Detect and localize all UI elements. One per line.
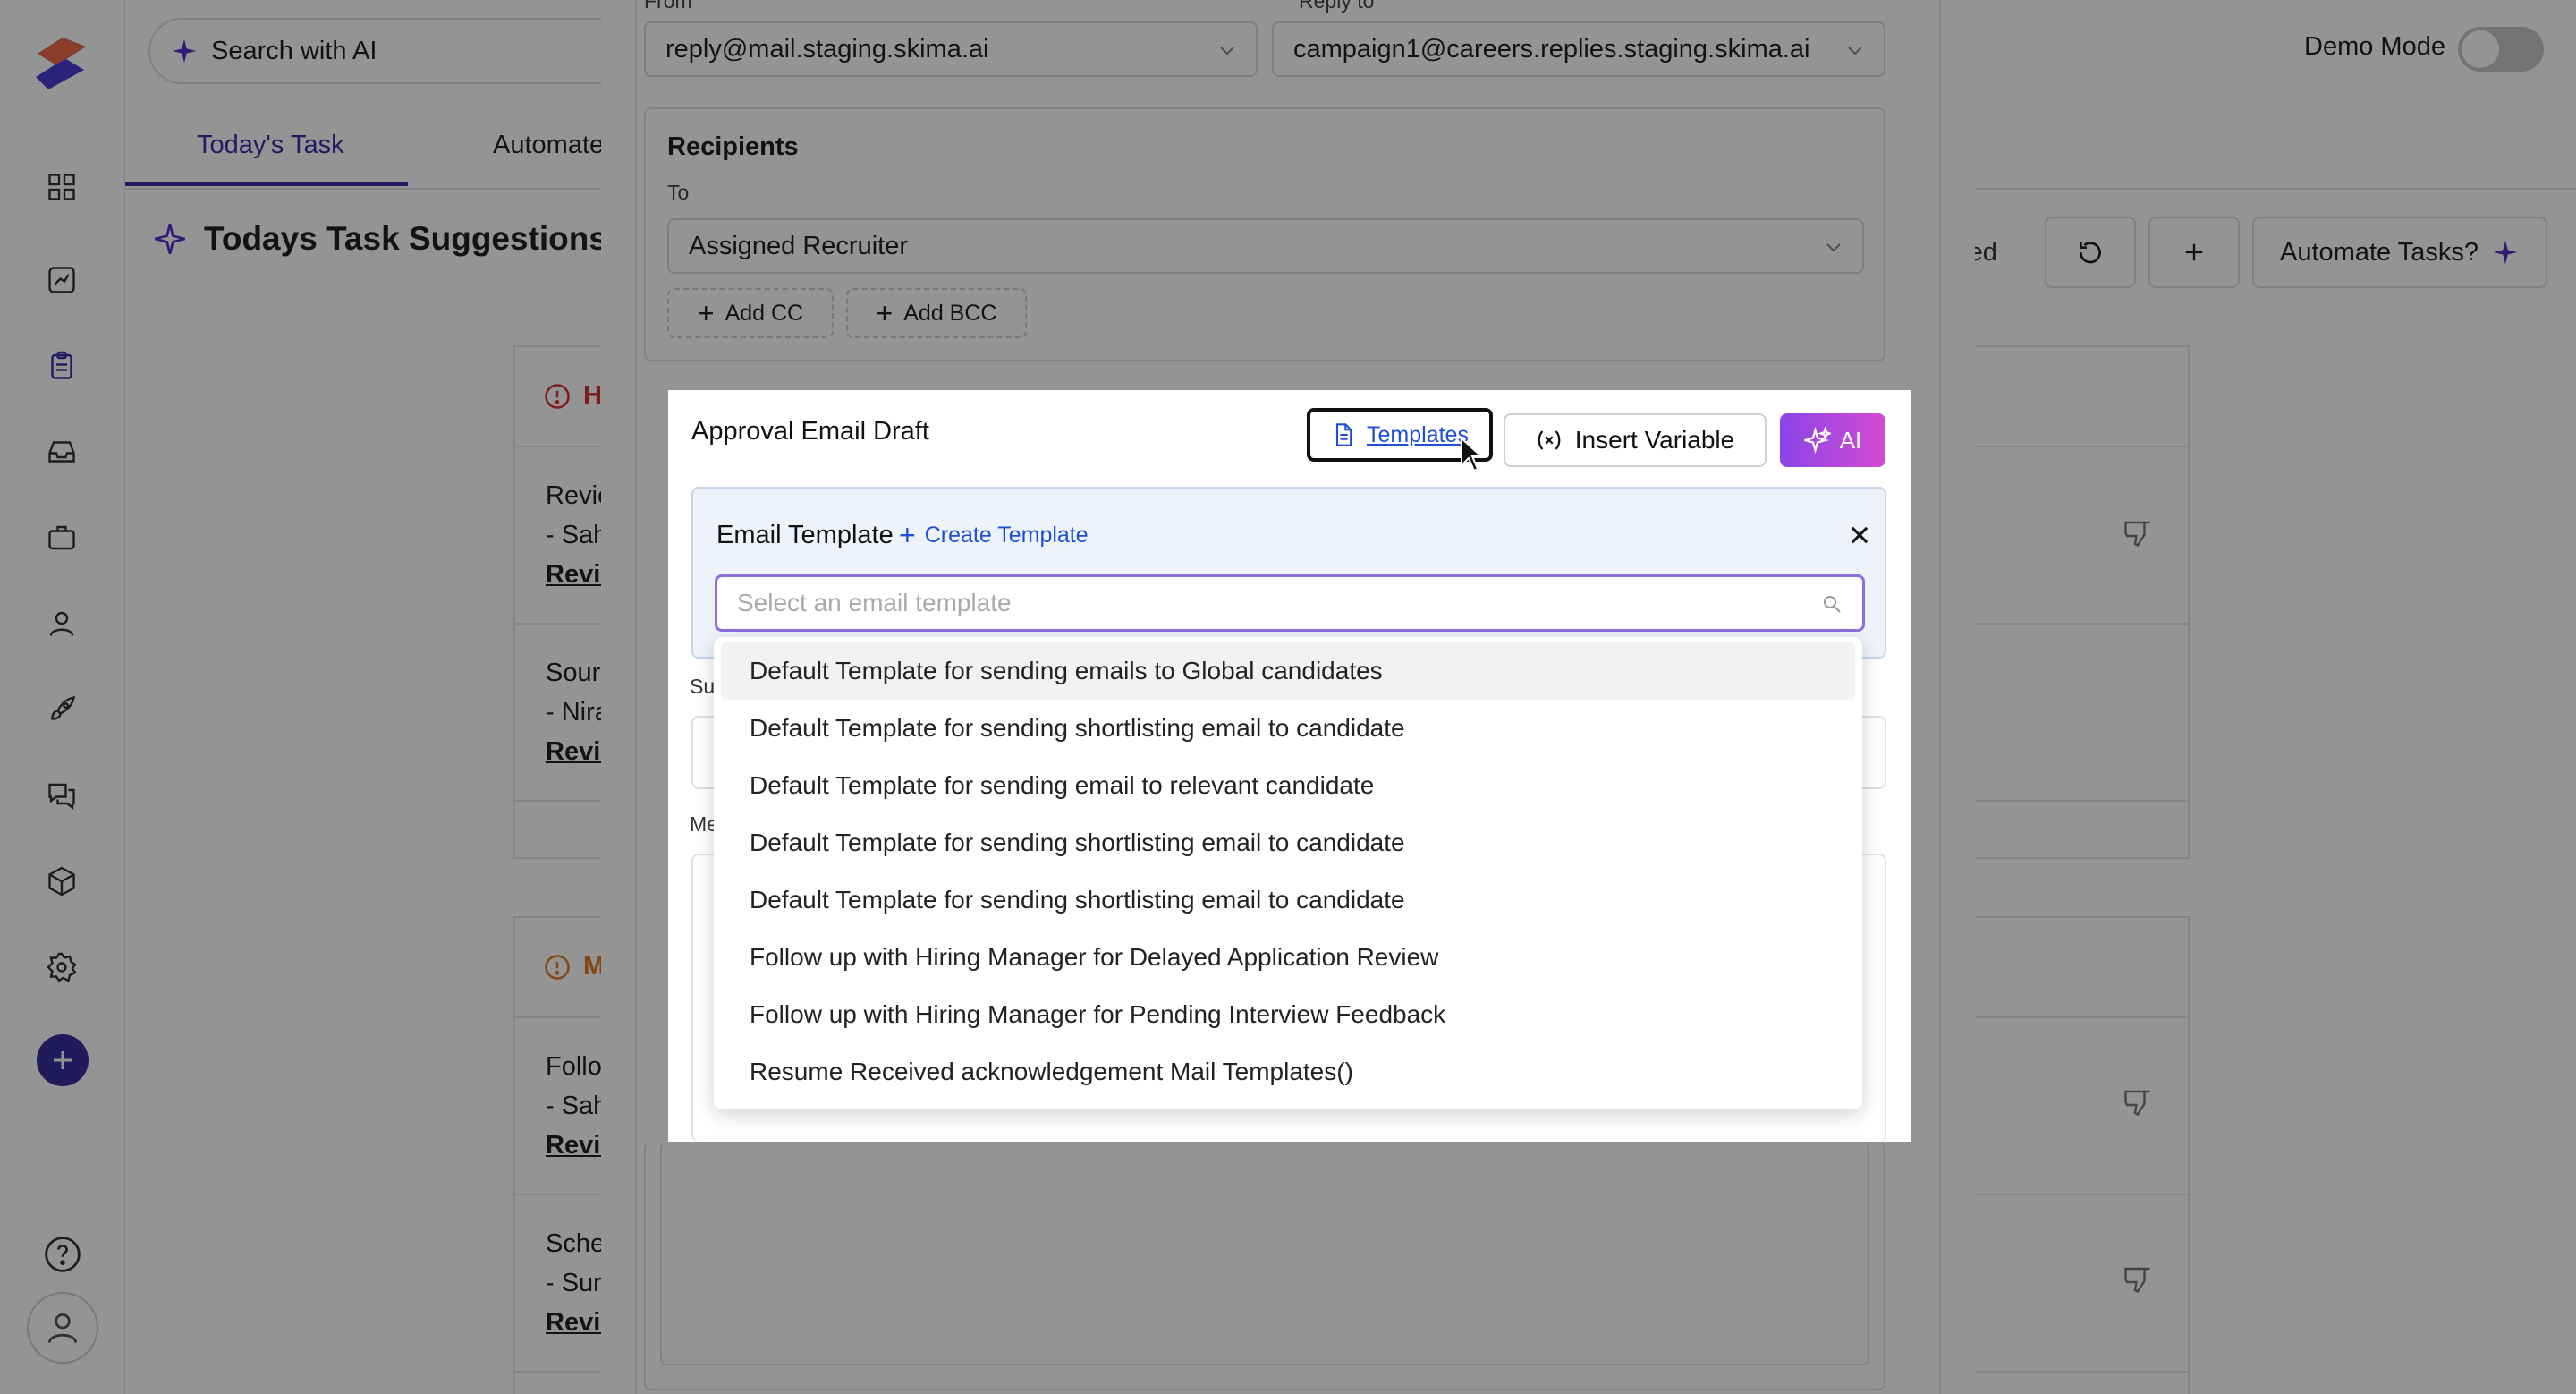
- create-template-button[interactable]: + Create Template: [899, 519, 1089, 552]
- email-template-box: Email Template + Create Template Select …: [691, 487, 1886, 659]
- email-template-dropdown: Default Template for sending emails to G…: [714, 637, 1862, 1109]
- email-template-label: Email Template: [716, 521, 894, 549]
- ai-label: AI: [1839, 426, 1862, 454]
- list-item[interactable]: Default Template for sending shortlistin…: [721, 814, 1855, 871]
- list-item[interactable]: Resume Received acknowledgement Mail Tem…: [721, 1043, 1855, 1101]
- mouse-cursor-icon: [1461, 437, 1484, 472]
- list-item[interactable]: Default Template for sending emails to G…: [721, 642, 1855, 700]
- insert-variable-label: Insert Variable: [1574, 426, 1735, 454]
- ai-button[interactable]: AI: [1780, 413, 1885, 467]
- list-item[interactable]: Follow up with Hiring Manager for Delaye…: [721, 929, 1855, 986]
- plus-icon: +: [899, 519, 916, 551]
- list-item[interactable]: Default Template for sending shortlistin…: [721, 700, 1855, 757]
- variable-icon: [1538, 430, 1561, 450]
- email-template-search-input[interactable]: Select an email template: [715, 574, 1865, 632]
- search-icon: [1824, 596, 1841, 613]
- insert-variable-button[interactable]: Insert Variable: [1504, 413, 1767, 467]
- list-item[interactable]: Default Template for sending shortlistin…: [721, 871, 1855, 929]
- document-icon: [1335, 423, 1352, 446]
- create-template-label: Create Template: [924, 523, 1089, 548]
- sparkles-icon: [1803, 427, 1831, 454]
- close-icon[interactable]: [1847, 523, 1872, 548]
- draft-title: Approval Email Draft: [691, 417, 929, 446]
- templates-label: Templates: [1367, 421, 1469, 447]
- subject-label: Su: [690, 675, 716, 698]
- list-item[interactable]: Follow up with Hiring Manager for Pendin…: [721, 986, 1855, 1043]
- email-template-placeholder: Select an email template: [737, 589, 1012, 616]
- list-item[interactable]: Default Template for sending email to re…: [721, 757, 1855, 814]
